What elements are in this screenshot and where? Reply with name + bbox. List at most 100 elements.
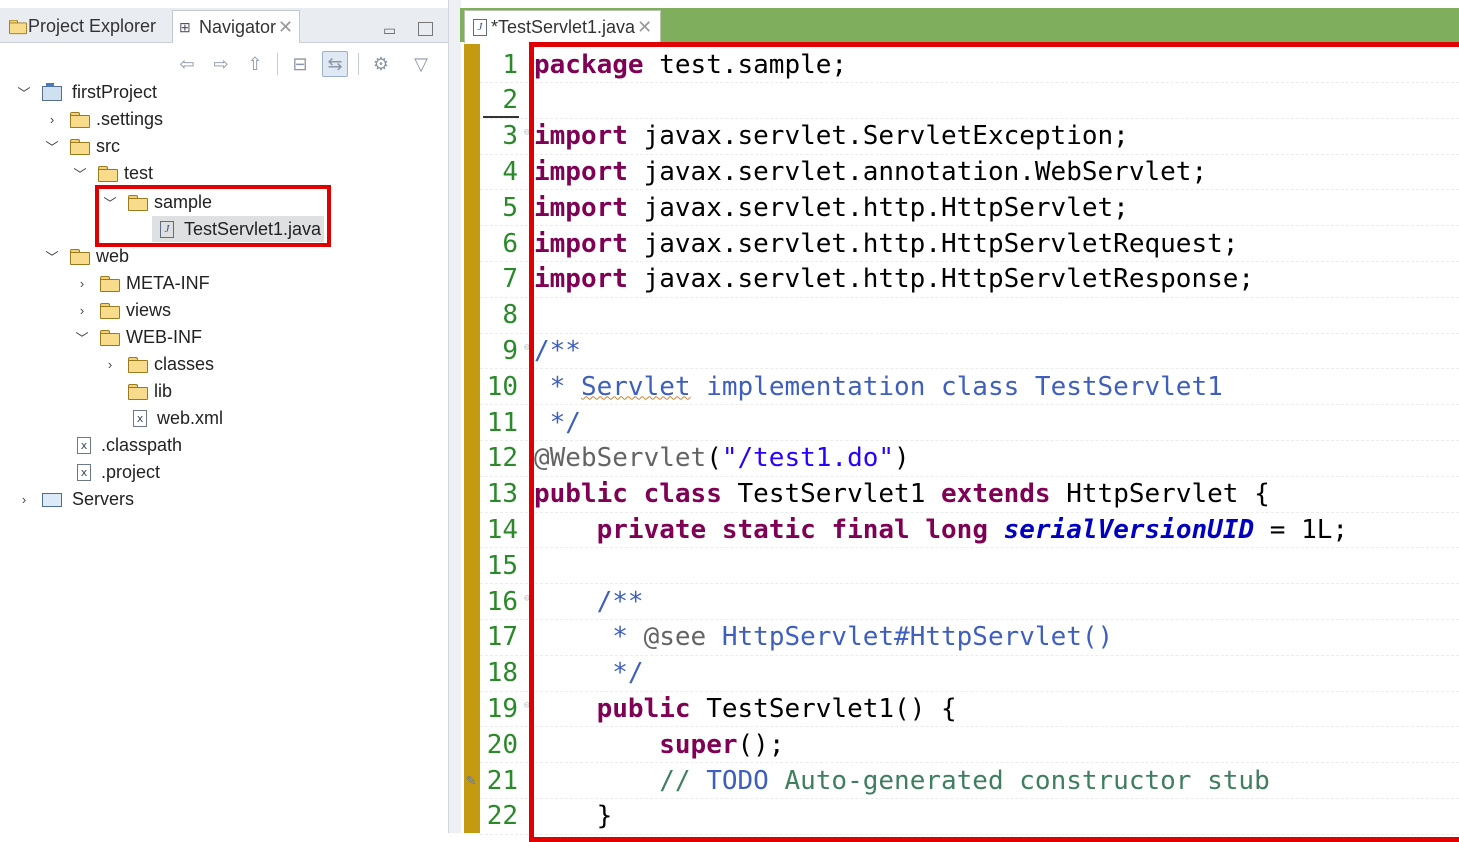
line-number: 9 ⊖ [502,335,530,366]
tree-item-label: WEB-INF [126,326,202,347]
tree-item-project[interactable]: x .project [77,459,160,485]
chevron-down-icon[interactable]: ﹀ [16,83,32,102]
line-number: 13 [486,479,518,510]
servers-folder-icon [42,491,64,507]
tree-item-label: .project [101,461,161,482]
folder-icon [128,383,148,400]
chevron-down-icon[interactable]: ﹀ [74,328,90,347]
tree-item-label: test [124,162,154,183]
tab-navigator[interactable]: ⊞ Navigator ✕ [172,10,301,43]
close-icon[interactable]: ✕ [278,17,293,38]
line-number: 2 [502,85,518,116]
tab-label: Navigator [199,16,277,37]
xml-file-icon: x [77,436,91,454]
filter-icon[interactable]: ⚙ [369,52,393,76]
chevron-down-icon[interactable]: ﹀ [44,247,60,266]
tree-item-label: Servers [72,488,135,509]
toolbar-separator [358,53,359,75]
tree-item-views[interactable]: › views [74,297,171,323]
line-number: 7 [502,264,518,295]
line-number: 1 [502,49,518,80]
chevron-right-icon[interactable]: › [102,357,118,372]
tab-label: Project Explorer [28,15,157,36]
line-number: 19 ⊖ [486,693,530,724]
xml-file-icon: x [133,409,147,427]
chevron-right-icon[interactable]: › [44,112,60,127]
line-number: 22 [486,801,518,832]
view-menu-icon[interactable]: ▽ [409,52,433,76]
tree-item-src[interactable]: ﹀ src [44,133,120,159]
chevron-down-icon[interactable]: ﹀ [44,137,60,156]
task-marker-icon[interactable]: ✎ [466,770,476,789]
editor-tab-bar: J *TestServlet1.java ✕ [460,8,1459,43]
line-number: 4 [502,156,518,187]
close-icon[interactable]: ✕ [637,17,652,38]
folder-icon [98,165,118,182]
up-folder-icon[interactable]: ⇧ [243,52,267,76]
tree-item-label: .settings [96,108,164,129]
line-number: 20 [486,729,518,760]
line-number: 5 [502,192,518,223]
tree-item-label: META-INF [126,272,210,293]
project-icon [42,83,64,101]
tree-item-label: web [96,245,130,266]
line-number: 15 [486,550,518,581]
view-toolbar: ⇦ ⇨ ⇧ ⊟ ⇆ ⚙ ▽ [175,48,433,80]
line-number: 16 ⊖ [486,586,530,617]
tree-item-settings[interactable]: › .settings [44,106,163,132]
line-number: 10 [486,371,518,402]
folder-icon [100,302,120,319]
back-arrow-icon[interactable]: ⇦ [175,52,199,76]
tree-item-label: web.xml [157,407,224,428]
view-tab-bar: Project Explorer ⊞ Navigator ✕ ▭ [0,8,448,43]
tree-item-label: views [126,299,172,320]
line-number: 17 [486,622,518,653]
line-number: 6 [502,228,518,259]
tree-item-meta-inf[interactable]: › META-INF [74,270,210,296]
forward-arrow-icon[interactable]: ⇨ [209,52,233,76]
tree-item-classes[interactable]: › classes [102,351,214,377]
line-number: 8 [502,300,518,331]
tree-item-classpath[interactable]: x .classpath [77,432,182,458]
folder-icon [128,356,148,373]
highlight-box-sample [95,185,331,247]
folder-icon [70,111,90,128]
tree-item-label: firstProject [72,81,158,102]
folder-icon [100,275,120,292]
line-number: 12 [486,443,518,474]
java-file-icon: J [473,18,487,36]
tree-item-lib[interactable]: lib [128,378,172,404]
line-number: 14 [486,514,518,545]
tree-item-test[interactable]: ﹀ test [72,160,153,186]
line-number: 21 ✎ [466,765,518,796]
editor-tab-label: *TestServlet1.java [491,16,636,37]
panel-splitter[interactable] [448,0,461,833]
collapse-all-icon[interactable]: ⊟ [288,52,312,76]
tree-item-firstproject[interactable]: ﹀ firstProject [16,79,157,105]
highlight-box-code [529,42,1459,842]
tree-item-label: src [96,135,120,156]
tree-item-web-xml[interactable]: x web.xml [133,405,223,431]
chevron-right-icon[interactable]: › [74,276,90,291]
editor-tab-testservlet1[interactable]: J *TestServlet1.java ✕ [464,10,662,43]
navigator-panel: Project Explorer ⊞ Navigator ✕ ▭ ⇦ ⇨ ⇧ ⊟… [0,0,448,833]
tab-project-explorer[interactable]: Project Explorer [8,12,156,40]
tree-item-label: lib [154,380,173,401]
chevron-right-icon[interactable]: › [16,492,32,507]
tree-item-servers[interactable]: › Servers [16,486,134,512]
toolbar-separator [277,53,278,75]
tree-item-label: .classpath [101,434,183,455]
minimize-button[interactable]: ▭ [383,22,399,38]
folder-icon [100,329,120,346]
folder-icon [70,138,90,155]
line-number: 18 [486,658,518,689]
maximize-button[interactable] [418,22,433,36]
chevron-down-icon[interactable]: ﹀ [72,164,88,183]
chevron-right-icon[interactable]: › [74,303,90,318]
folder-icon [70,248,90,265]
tree-item-web-inf[interactable]: ﹀ WEB-INF [74,324,202,350]
link-with-editor-icon[interactable]: ⇆ [322,51,348,77]
line-number: 11 [486,407,518,438]
project-explorer-icon [8,18,27,35]
overview-ruler[interactable] [464,44,480,833]
